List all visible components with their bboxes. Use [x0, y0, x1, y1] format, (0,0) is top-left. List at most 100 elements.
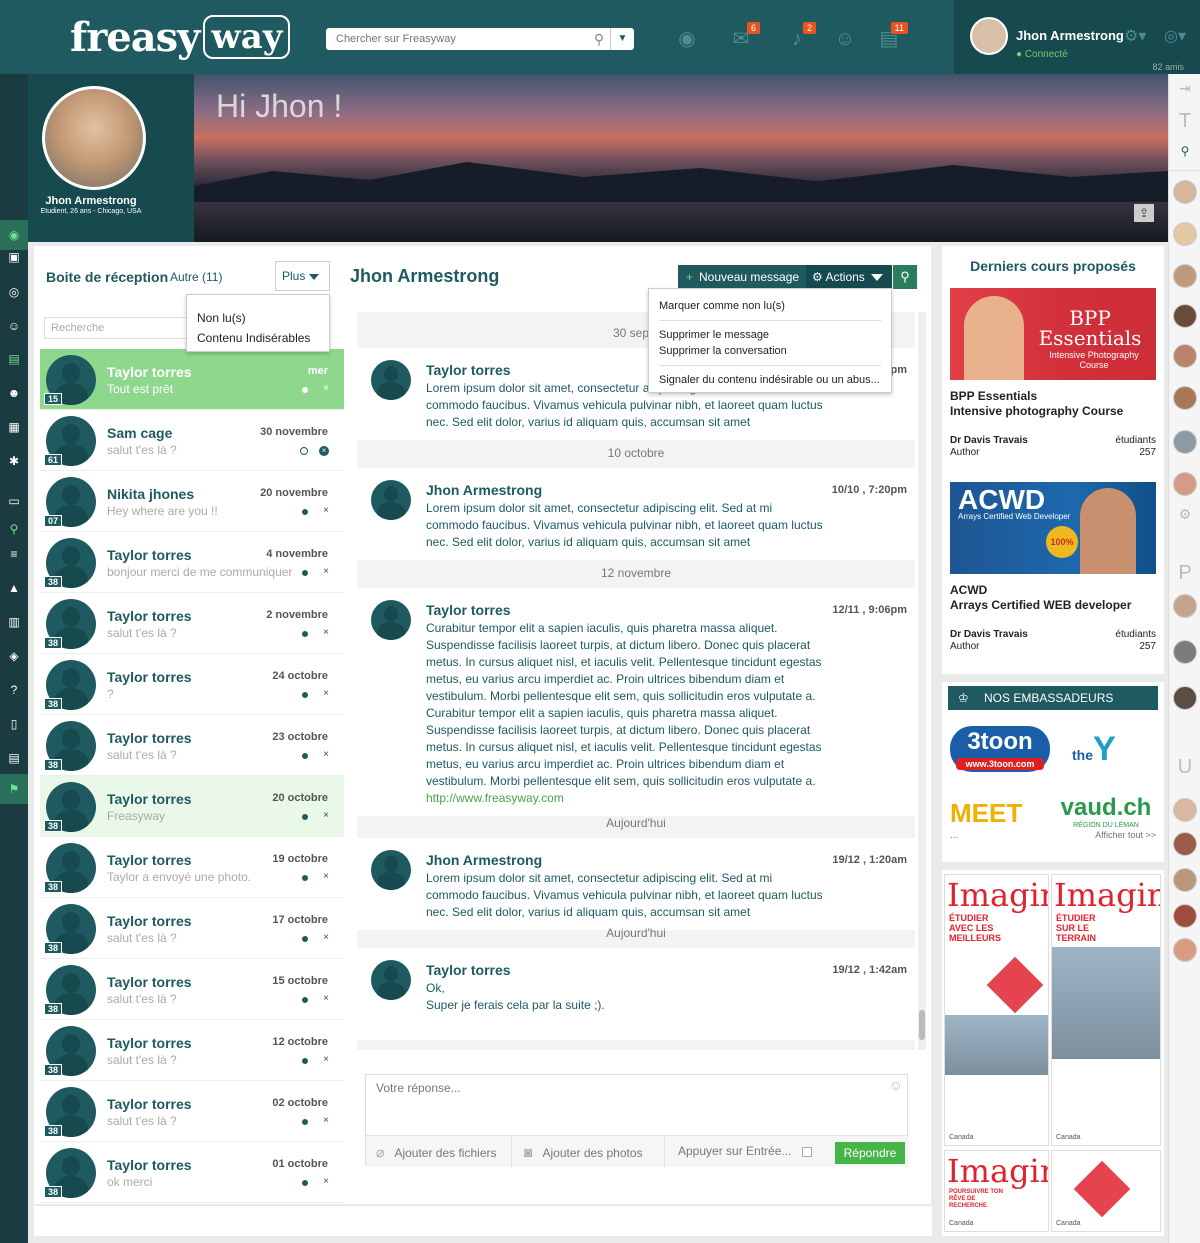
globe-icon[interactable]: ◎▾	[1164, 26, 1186, 46]
conversation-item[interactable]: 07 Nikita jhones Hey where are you !! 20 no…	[40, 471, 344, 532]
conversation-item[interactable]: 15 Taylor torres Tout est prêt mer ×	[40, 349, 344, 410]
delete-icon[interactable]: ×	[323, 566, 329, 577]
logo-meet[interactable]: MEET	[950, 798, 1022, 829]
graduation-icon[interactable]: ▲	[0, 573, 28, 603]
sender-name[interactable]: Taylor torres	[426, 962, 511, 978]
conversation-item[interactable]: 38 Taylor torres salut t'es là ? 02 octobre…	[40, 1081, 344, 1142]
contact-avatar[interactable]	[1173, 686, 1197, 710]
mark-read-icon[interactable]	[302, 1119, 308, 1125]
mark-read-icon[interactable]	[302, 631, 308, 637]
sender-name[interactable]: Taylor torres	[426, 602, 511, 618]
search-dropdown-button[interactable]: ▼	[610, 28, 634, 50]
gear-icon[interactable]: ⚙▾	[1124, 26, 1146, 46]
delete-icon[interactable]: ×	[323, 749, 329, 760]
message-link[interactable]: http://www.freasyway.com	[426, 791, 564, 805]
contact-avatar[interactable]	[1173, 832, 1197, 856]
monitor-icon[interactable]: ▭	[0, 486, 28, 516]
document-icon[interactable]: ▤	[0, 743, 28, 773]
reply-send-button[interactable]: Répondre	[835, 1142, 905, 1164]
delete-icon[interactable]: ×	[323, 932, 329, 943]
mark-read-icon[interactable]	[302, 387, 308, 393]
course-image-bpp[interactable]: BPP Essentials Intensive Photography Cou…	[950, 288, 1156, 380]
mark-read-icon[interactable]	[302, 997, 308, 1003]
sender-name[interactable]: Taylor torres	[426, 362, 511, 378]
conversation-item[interactable]: 38 Taylor torres ok merci 01 octobre ×	[40, 1142, 344, 1203]
mark-read-icon[interactable]	[302, 753, 308, 759]
search-input[interactable]	[326, 29, 588, 49]
chat-icon[interactable]: ✉ 6	[726, 22, 760, 54]
sender-avatar[interactable]	[371, 600, 411, 640]
profile-name[interactable]: Jhon Armestrong	[28, 195, 154, 207]
contact-avatar[interactable]	[1173, 640, 1197, 664]
conversation-item[interactable]: 38 Taylor torres Freasyway 20 octobre ×	[40, 776, 344, 837]
delete-icon[interactable]: ×	[323, 505, 329, 516]
search-icon[interactable]: ⚲	[588, 31, 610, 48]
contact-avatar[interactable]	[1173, 430, 1197, 454]
profile-avatar[interactable]	[42, 86, 146, 190]
messages-nav-icon[interactable]: ▤	[0, 344, 28, 374]
conversation-item[interactable]: 38 Taylor torres Taylor a envoyé une photo…	[40, 837, 344, 898]
contact-avatar[interactable]	[1173, 344, 1197, 368]
conversation-item[interactable]: 61 Sam cage salut t'es là ? 30 novembre ×	[40, 410, 344, 471]
group-nav-icon[interactable]: ☻	[0, 378, 28, 408]
message-scrollbar[interactable]	[918, 312, 926, 1050]
emoji-icon[interactable]: ☺	[889, 1077, 903, 1093]
logo-ymca[interactable]: theY	[1072, 730, 1116, 769]
actions-button[interactable]: ⚙ Actions	[806, 265, 892, 289]
contact-avatar[interactable]	[1173, 938, 1197, 962]
delete-icon[interactable]: ×	[319, 446, 329, 456]
delete-icon[interactable]: ×	[323, 1115, 329, 1126]
conversation-item[interactable]: 38 Taylor torres salut t'es là ? 2 novembre…	[40, 593, 344, 654]
ad-imagine-4[interactable]: Canada	[1051, 1150, 1161, 1232]
contact-avatar[interactable]	[1173, 594, 1197, 618]
delete-icon[interactable]: ×	[323, 1054, 329, 1065]
show-all-link[interactable]: Afficher tout >>	[1095, 830, 1156, 840]
network-icon[interactable]: ✱	[0, 446, 28, 476]
inbox-title[interactable]: Boite de réception	[46, 269, 168, 285]
users-icon[interactable]: ☺	[830, 24, 860, 54]
mark-read-icon[interactable]	[302, 570, 308, 576]
more-button[interactable]: Plus	[275, 261, 330, 291]
logo-3toon[interactable]: 3toon www.3toon.com	[950, 726, 1050, 772]
scrollbar-thumb[interactable]	[919, 1010, 925, 1040]
menu-item-unread[interactable]: Non lu(s)	[197, 308, 319, 328]
contact-avatar[interactable]	[1173, 472, 1197, 496]
contact-avatar[interactable]	[1173, 386, 1197, 410]
sender-name[interactable]: Jhon Armestrong	[426, 852, 542, 868]
delete-icon[interactable]: ×	[323, 383, 329, 394]
help-icon[interactable]: ?	[0, 675, 28, 705]
bank-icon[interactable]: ▥	[0, 607, 28, 637]
course-image-acwd[interactable]: ACWD Arrays Certified Web Developer 100%	[950, 482, 1156, 574]
book-icon[interactable]: ▤ 11	[874, 22, 908, 54]
calendar-icon[interactable]: ▦	[0, 412, 28, 442]
ad-imagine-3[interactable]: Imagine POURSUIVRE TON RÊVE DE RECHERCHE…	[944, 1150, 1049, 1232]
briefcase-icon[interactable]: ▣	[0, 242, 28, 272]
mark-read-icon[interactable]	[302, 692, 308, 698]
conversation-search-input[interactable]: Recherche	[44, 317, 199, 339]
contact-avatar[interactable]	[1173, 222, 1197, 246]
menu-item-mark-unread[interactable]: Marquer comme non lu(s)	[659, 298, 881, 314]
delete-icon[interactable]: ×	[323, 627, 329, 638]
mark-read-icon[interactable]	[302, 509, 308, 515]
conversation-item[interactable]: 38 Taylor torres salut t'es là ? 17 octobre…	[40, 898, 344, 959]
contact-avatar[interactable]	[1173, 264, 1197, 288]
delete-icon[interactable]: ×	[323, 688, 329, 699]
reply-input[interactable]: Votre réponse...	[376, 1081, 461, 1095]
conversation-title[interactable]: Jhon Armestrong	[350, 266, 499, 287]
course-title[interactable]: ACWD Arrays Certified WEB developer	[950, 583, 1156, 613]
sender-avatar[interactable]	[371, 960, 411, 1000]
user-avatar[interactable]	[970, 17, 1008, 55]
new-message-button[interactable]: + Nouveau message	[678, 265, 806, 289]
delete-icon[interactable]: ×	[323, 1176, 329, 1187]
sender-name[interactable]: Jhon Armestrong	[426, 482, 542, 498]
sender-avatar[interactable]	[371, 360, 411, 400]
menu-item-report[interactable]: Signaler du contenu indésirable ou un ab…	[659, 372, 881, 388]
rightbar-gear-icon[interactable]: ⚙	[1169, 506, 1200, 523]
change-cover-icon[interactable]: ⇪	[1134, 204, 1154, 222]
mark-read-icon[interactable]	[302, 1180, 308, 1186]
delete-icon[interactable]: ×	[323, 810, 329, 821]
enter-to-send-checkbox[interactable]	[802, 1147, 812, 1157]
sender-avatar[interactable]	[371, 480, 411, 520]
contact-avatar[interactable]	[1173, 180, 1197, 204]
logo-vaud[interactable]: vaud.ch RÉGION DU LÉMAN	[1054, 794, 1158, 829]
